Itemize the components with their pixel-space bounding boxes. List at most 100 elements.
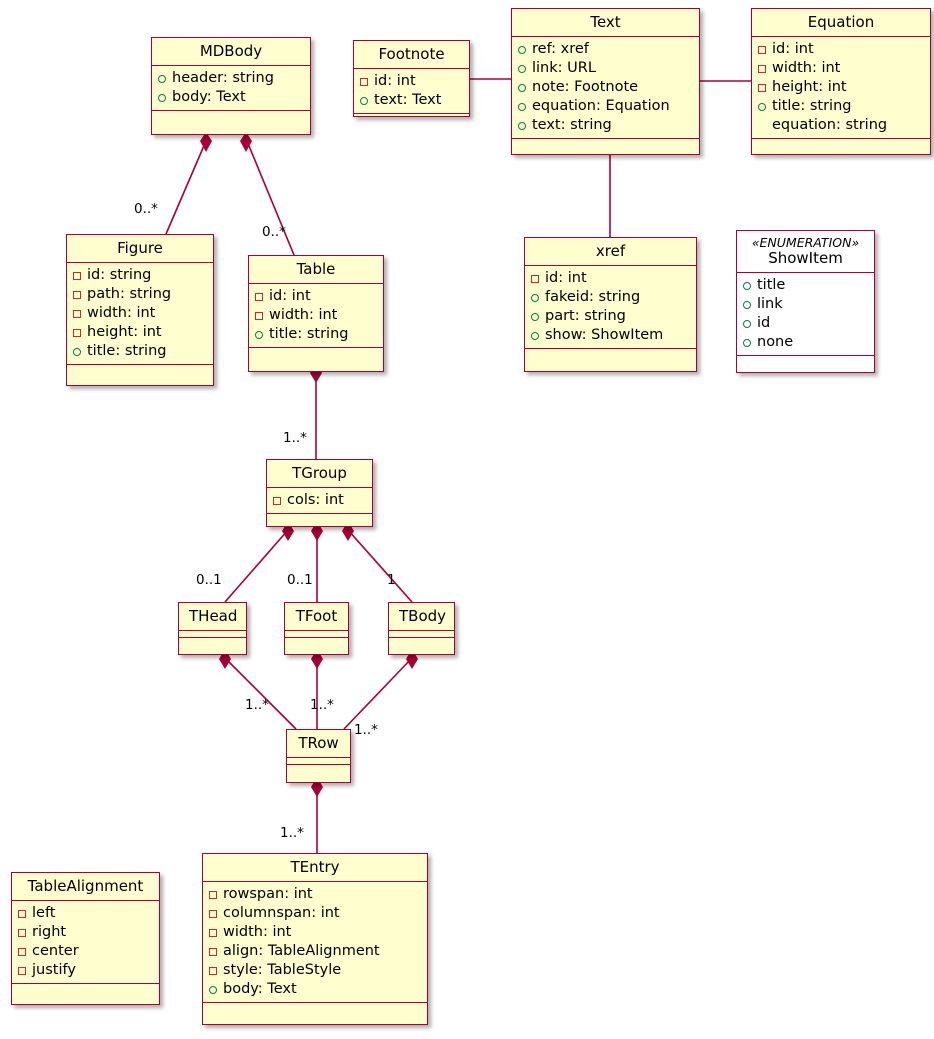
class-title-equation: Equation — [807, 13, 875, 31]
class-title-figure: Figure — [117, 239, 163, 257]
class-methods-compartment — [354, 114, 469, 125]
private-visibility-icon — [73, 290, 81, 299]
public-visibility-icon — [518, 83, 526, 92]
public-visibility-icon — [743, 281, 751, 290]
uml-class-equation[interactable]: Equation id: int width: int height: int titl… — [751, 8, 931, 155]
attribute-label: link — [757, 296, 783, 312]
uml-class-table[interactable]: Table id: int width: int title: string — [248, 255, 384, 372]
public-visibility-icon — [531, 312, 539, 321]
public-visibility-icon — [73, 347, 81, 356]
class-stereotype-showitem: «ENUMERATION» — [751, 235, 860, 250]
attribute-label: fakeid: string — [545, 289, 641, 305]
attribute-label: id — [757, 315, 771, 331]
uml-class-tgroup[interactable]: TGroup cols: int — [266, 459, 373, 527]
uml-diagram-canvas: MDBody header: string body: Text Footnote id… — [0, 0, 934, 1039]
attribute-label: equation: Equation — [532, 98, 670, 114]
attribute-label: path: string — [87, 286, 172, 302]
private-visibility-icon — [758, 45, 766, 54]
attribute-row: width: int — [255, 306, 377, 325]
attribute-label: id: int — [269, 288, 311, 304]
edge-tgroup-thead — [224, 529, 289, 603]
class-title-footnote: Footnote — [378, 45, 445, 63]
class-attributes-tentry: rowspan: int columnspan: int width: int ali… — [203, 882, 427, 1002]
attribute-label: equation: string — [772, 117, 888, 133]
uml-class-showitem[interactable]: «ENUMERATION» ShowItem title link id none — [736, 230, 875, 373]
class-methods-compartment — [179, 638, 246, 649]
public-visibility-icon — [743, 338, 751, 347]
attribute-row: text: string — [518, 116, 693, 135]
class-name-tbody: TBody — [389, 603, 454, 630]
attribute-label: text: Text — [374, 92, 442, 108]
class-name-tfoot: TFoot — [285, 603, 348, 630]
attribute-label: width: int — [269, 307, 338, 323]
attribute-row: height: int — [758, 78, 924, 97]
class-methods-compartment — [267, 514, 372, 525]
attribute-row: part: string — [531, 307, 690, 326]
attribute-label: note: Footnote — [532, 79, 639, 95]
multiplicity-label-m-tbody: 1 — [387, 572, 396, 588]
attribute-row: width: int — [73, 304, 207, 323]
class-methods-compartment — [249, 348, 383, 359]
attribute-label: align: TableAlignment — [223, 943, 380, 959]
attribute-row: id: int — [758, 40, 924, 59]
class-methods-compartment — [737, 356, 874, 367]
attribute-row: header: string — [158, 69, 304, 88]
class-attributes-equation: id: int width: int height: int title: strin… — [752, 37, 930, 138]
uml-class-trow[interactable]: TRow — [286, 729, 351, 783]
uml-class-footnote[interactable]: Footnote id: int text: Text — [353, 40, 470, 117]
attribute-row: title: string — [73, 342, 207, 361]
public-visibility-icon — [209, 985, 217, 994]
attribute-label: height: int — [772, 79, 847, 95]
class-title-tentry: TEntry — [290, 858, 340, 876]
class-attributes-footnote: id: int text: Text — [354, 69, 469, 113]
attribute-label: left — [32, 905, 56, 921]
private-visibility-icon — [18, 909, 26, 918]
attribute-row: show: ShowItem — [531, 326, 690, 345]
class-methods-compartment — [152, 111, 310, 122]
private-visibility-icon — [209, 966, 217, 975]
multiplicity-label-m-tgroup: 1..* — [283, 430, 307, 446]
attribute-label: part: string — [545, 308, 626, 324]
class-title-tbody: TBody — [399, 607, 447, 625]
attribute-label: height: int — [87, 324, 162, 340]
class-title-xref: xref — [595, 242, 626, 260]
attribute-row: center — [18, 942, 153, 961]
attribute-label: title: string — [87, 343, 167, 359]
attribute-label: title — [757, 277, 786, 293]
private-visibility-icon — [73, 309, 81, 318]
private-visibility-icon — [209, 890, 217, 899]
attribute-row: body: Text — [209, 980, 421, 999]
private-visibility-icon — [73, 271, 81, 280]
class-methods-compartment — [512, 139, 699, 150]
class-title-text: Text — [590, 13, 621, 31]
class-name-figure: Figure — [67, 235, 213, 262]
uml-class-mdbody[interactable]: MDBody header: string body: Text — [151, 37, 311, 135]
attribute-row: align: TableAlignment — [209, 942, 421, 961]
attribute-row: title: string — [758, 97, 924, 116]
uml-class-tfoot[interactable]: TFoot — [284, 602, 349, 655]
attribute-row: id: int — [255, 287, 377, 306]
private-visibility-icon — [758, 64, 766, 73]
class-title-tgroup: TGroup — [292, 464, 347, 482]
class-name-tentry: TEntry — [203, 854, 427, 881]
uml-class-tbody[interactable]: TBody — [388, 602, 455, 655]
edge-thead-trow — [224, 657, 297, 730]
class-name-footnote: Footnote — [354, 41, 469, 68]
uml-class-tentry[interactable]: TEntry rowspan: int columnspan: int width: … — [202, 853, 428, 1025]
attribute-row: id: int — [360, 72, 463, 91]
multiplicity-label-m-figure: 0..* — [134, 201, 158, 217]
multiplicity-label-m-thead: 0..1 — [196, 572, 222, 588]
uml-class-xref[interactable]: xref id: int fakeid: string part: string sho… — [524, 237, 697, 372]
uml-class-thead[interactable]: THead — [178, 602, 247, 655]
class-name-thead: THead — [179, 603, 246, 630]
public-visibility-icon — [518, 64, 526, 73]
attribute-label: none — [757, 334, 794, 350]
class-attributes-text: ref: xref link: URL note: Footnote equation… — [512, 37, 699, 138]
public-visibility-icon — [518, 121, 526, 130]
attribute-label: justify — [32, 962, 76, 978]
uml-class-figure[interactable]: Figure id: string path: string width: int he… — [66, 234, 214, 386]
uml-class-tablealignment[interactable]: TableAlignment left right center justify — [11, 872, 160, 1005]
uml-class-text[interactable]: Text ref: xref link: URL note: Footnote equa… — [511, 8, 700, 155]
attribute-row: title: string — [255, 325, 377, 344]
attribute-row: id: int — [531, 269, 690, 288]
